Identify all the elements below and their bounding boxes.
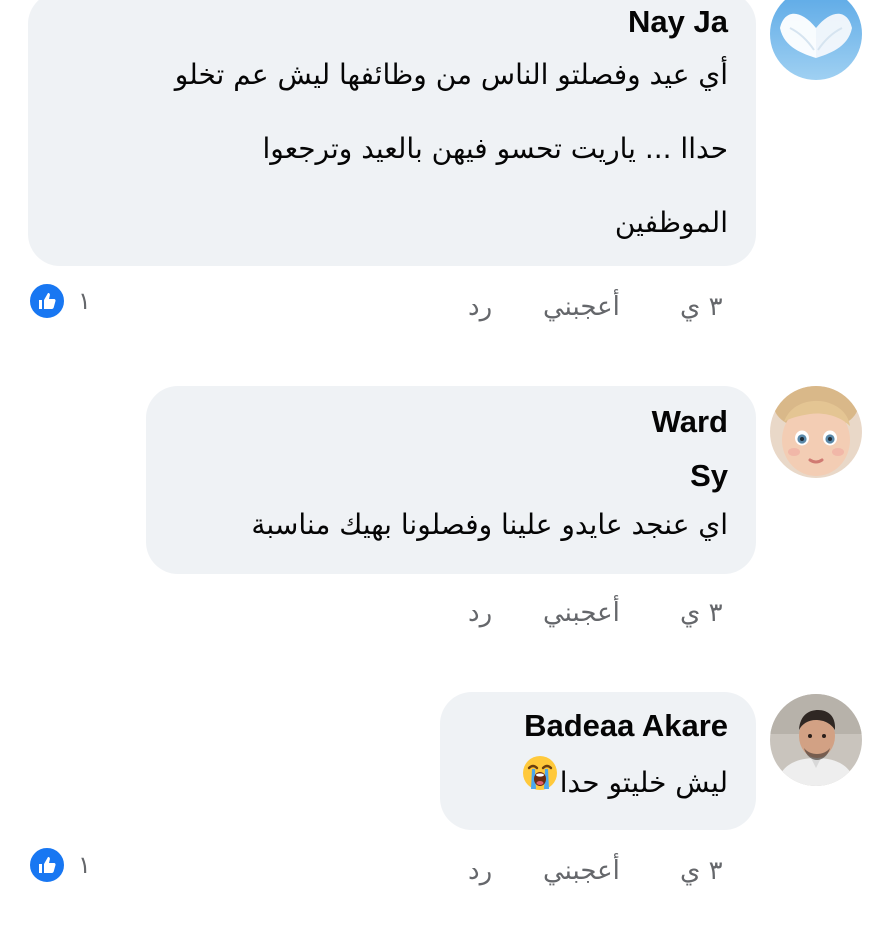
author-avatar[interactable] — [770, 694, 862, 786]
reply-button[interactable]: رد — [468, 598, 492, 628]
comment-author[interactable]: Nay Ja — [628, 4, 728, 40]
like-button[interactable]: أعجبني — [543, 598, 620, 628]
comment-3: Badeaa Akare ليش خليتو حدا ١ ٣ ي أعجبني … — [0, 690, 870, 928]
comment-time[interactable]: ٣ ي — [680, 598, 723, 628]
reply-button[interactable]: رد — [468, 856, 492, 886]
reply-button[interactable]: رد — [468, 292, 492, 322]
comment-actions: ٣ ي أعجبني رد — [0, 292, 870, 332]
comment-bubble[interactable]: Nay Ja أي عيد وفصلتو الناس من وظائفها لي… — [28, 0, 756, 266]
comment-actions: ٣ ي أعجبني رد — [0, 856, 870, 896]
loudly-crying-face-icon — [520, 751, 560, 817]
comment-time[interactable]: ٣ ي — [680, 292, 723, 322]
comment-text-line-2: حداا ... ياريت تحسو فيهن بالعيد وترجعوا — [262, 132, 729, 165]
comment-actions: ٣ ي أعجبني رد — [0, 598, 870, 638]
author-avatar[interactable] — [770, 386, 862, 478]
comment-text-line-3: الموظفين — [614, 206, 728, 239]
comment-bubble[interactable]: Badeaa Akare ليش خليتو حدا — [440, 692, 756, 830]
comment-author-line-2[interactable]: Sy — [690, 458, 728, 494]
comment-text-line-1: اي عنجد عايدو علينا وفصلونا بهيك مناسبة — [251, 508, 728, 541]
comment-text-words: ليش خليتو حدا — [559, 766, 728, 799]
comment-text-line-1: أي عيد وفصلتو الناس من وظائفها ليش عم تخ… — [174, 58, 728, 91]
like-button[interactable]: أعجبني — [543, 292, 620, 322]
comment-bubble[interactable]: Ward Sy اي عنجد عايدو علينا وفصلونا بهيك… — [146, 386, 756, 574]
comment-time[interactable]: ٣ ي — [680, 856, 723, 886]
comment-2: Ward Sy اي عنجد عايدو علينا وفصلونا بهيك… — [0, 380, 870, 650]
comment-1: Nay Ja أي عيد وفصلتو الناس من وظائفها لي… — [0, 0, 870, 340]
comment-author-line-1[interactable]: Ward — [652, 404, 728, 440]
author-avatar[interactable] — [770, 0, 862, 80]
comment-author[interactable]: Badeaa Akare — [524, 708, 728, 744]
comment-text: ليش خليتو حدا — [520, 750, 728, 817]
like-button[interactable]: أعجبني — [543, 856, 620, 886]
